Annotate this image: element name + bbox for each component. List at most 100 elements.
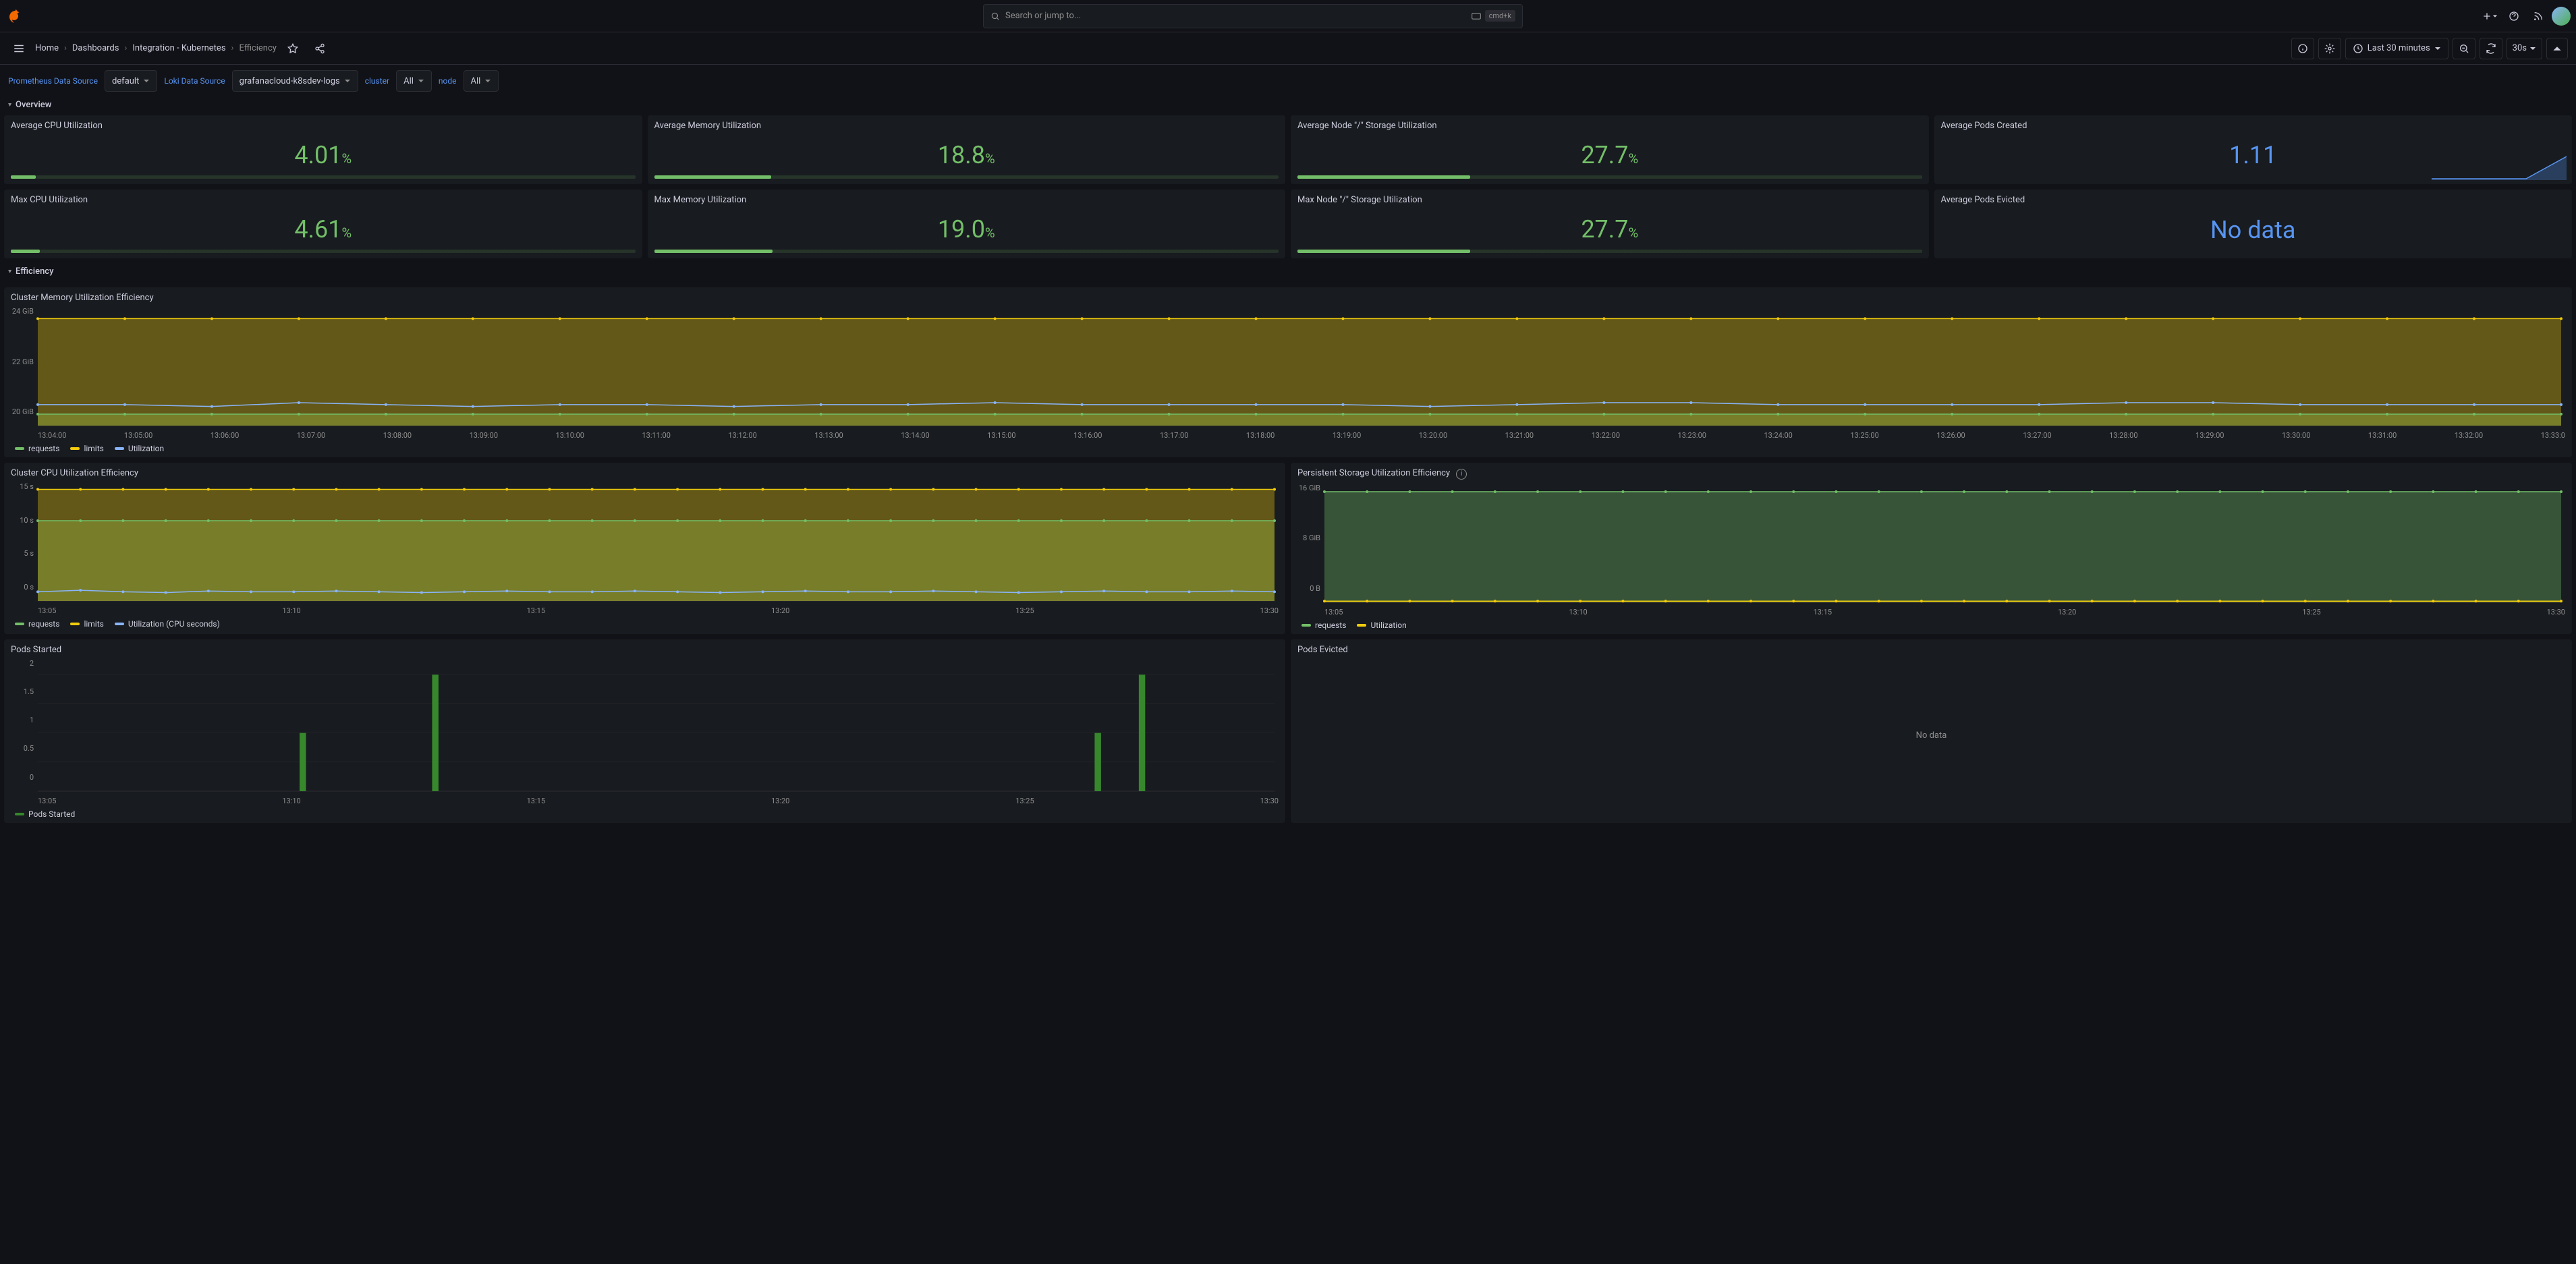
panel-avg-pods-created[interactable]: Average Pods Created 1.11 [1934,115,2573,184]
add-menu[interactable] [2479,5,2500,27]
star-button[interactable] [282,38,304,59]
rss-icon [2533,11,2544,22]
panel-title: Average CPU Utilization [11,121,636,131]
x-axis-ticks: 13:04:0013:05:0013:06:0013:07:0013:08:00… [11,428,2565,441]
insights-button[interactable] [2291,38,2314,59]
share-button[interactable] [309,38,331,59]
star-icon [287,43,298,54]
chevron-down-icon [418,78,424,84]
search-icon [990,11,1000,21]
refresh-interval-label: 30s [2513,43,2527,53]
panel-title: Pods Started [11,645,1279,655]
chart-svg [11,482,1279,604]
var-label-cluster: cluster [365,76,389,86]
panel-title: Persistent Storage Utilization Efficienc… [1297,468,2565,480]
section-overview-title: Overview [16,100,51,110]
breadcrumb-folder[interactable]: Integration - Kubernetes [132,43,225,53]
panel-pods-evicted[interactable]: Pods Evicted No data [1291,639,2572,823]
chevron-down-icon [143,78,150,84]
panel-mem-eff[interactable]: Cluster Memory Utilization Efficiency 24… [4,287,2572,457]
panel-avg-pods-evicted[interactable]: Average Pods Evicted No data [1934,190,2573,258]
y-axis-ticks: 15 s10 s5 s0 s [11,482,36,592]
panel-title: Max CPU Utilization [11,195,636,205]
search-input[interactable]: Search or jump to... cmd+k [983,4,1523,28]
refresh-interval[interactable]: 30s [2507,38,2542,59]
var-label-prometheus: Prometheus Data Source [8,76,98,86]
top-nav: Search or jump to... cmd+k [0,0,2576,32]
sparkline [2432,153,2567,180]
y-axis-ticks: 16 GiB8 GiB0 B [1297,484,1323,593]
chart-svg [11,307,2565,428]
refresh-button[interactable] [2480,38,2502,59]
breadcrumb-dashboards[interactable]: Dashboards [72,43,119,53]
panel-pods-started[interactable]: Pods Started 21.510.50 13:0513:1013:1513… [4,639,1285,823]
chevron-down-icon: ▸ [6,270,13,273]
zoom-out-icon [2459,43,2469,54]
gear-icon [2324,43,2335,54]
var-label-node: node [439,76,457,86]
var-select-loki[interactable]: grafanacloud-k8sdev-logs [232,70,358,92]
search-placeholder: Search or jump to... [1005,11,1081,21]
plus-icon [2482,11,2492,22]
chevron-down-icon [2529,45,2536,52]
help-button[interactable] [2503,5,2525,27]
section-efficiency-header[interactable]: ▸ Efficiency [0,264,2576,282]
no-data-text: No data [1941,209,2566,251]
section-overview-header[interactable]: ▸ Overview [0,97,2576,115]
y-axis-ticks: 21.510.50 [11,659,36,782]
chevron-down-icon [2434,45,2441,52]
settings-button[interactable] [2318,38,2341,59]
panel-max-cpu[interactable]: Max CPU Utilization 4.61% [4,190,642,258]
search-kbd: cmd+k [1485,10,1515,22]
breadcrumb-current: Efficiency [239,43,276,53]
var-select-prometheus[interactable]: default [105,70,157,92]
var-label-loki: Loki Data Source [164,76,225,86]
chart-legend: requests limits Utilization (CPU seconds… [11,616,1279,629]
x-axis-ticks: 13:0513:1013:1513:2013:2513:30 [11,794,1279,807]
chart-legend: Pods Started [11,807,1279,819]
panel-title: Average Memory Utilization [654,121,1279,131]
chevron-down-icon [2492,13,2498,19]
panel-avg-storage[interactable]: Average Node "/" Storage Utilization 27.… [1291,115,1929,184]
chart-legend: requests limits Utilization [11,441,2565,453]
var-select-cluster[interactable]: All [396,70,432,92]
collapse-button[interactable] [2546,38,2568,59]
panel-avg-mem[interactable]: Average Memory Utilization 18.8% [648,115,1286,184]
section-efficiency-title: Efficiency [16,266,53,277]
time-range-picker[interactable]: Last 30 minutes [2345,38,2448,59]
panel-max-mem[interactable]: Max Memory Utilization 19.0% [648,190,1286,258]
refresh-icon [2486,43,2496,54]
time-range-label: Last 30 minutes [2368,43,2430,53]
keyboard-icon [1472,13,1481,20]
chart-svg [1297,484,2565,605]
breadcrumb-home[interactable]: Home [35,43,59,53]
menu-icon [13,42,25,55]
chevron-down-icon [484,78,491,84]
panel-title: Max Node "/" Storage Utilization [1297,195,1922,205]
zoom-out-button[interactable] [2453,38,2475,59]
panel-title: Average Pods Evicted [1941,195,2566,205]
x-axis-ticks: 13:0513:1013:1513:2013:2513:30 [11,604,1279,616]
grafana-logo[interactable] [5,5,27,27]
news-button[interactable] [2527,5,2549,27]
panel-avg-cpu[interactable]: Average CPU Utilization 4.01% [4,115,642,184]
user-avatar[interactable] [2552,7,2571,26]
panel-storage-eff[interactable]: Persistent Storage Utilization Efficienc… [1291,463,2572,634]
chart-svg [11,659,1279,794]
info-icon[interactable]: i [1456,469,1467,480]
menu-toggle[interactable] [8,38,30,59]
panel-cpu-eff[interactable]: Cluster CPU Utilization Efficiency 15 s1… [4,463,1285,634]
var-select-node[interactable]: All [464,70,499,92]
help-icon [2509,11,2519,22]
panel-title: Average Pods Created [1941,121,2566,131]
panel-max-storage[interactable]: Max Node "/" Storage Utilization 27.7% [1291,190,1929,258]
clock-icon [2353,43,2363,54]
panel-title: Max Memory Utilization [654,195,1279,205]
variables-bar: Prometheus Data Source default Loki Data… [0,65,2576,97]
chart-legend: requests Utilization [1297,618,2565,630]
overview-grid: Average CPU Utilization 4.01% Average Me… [0,115,2576,258]
panel-title: Cluster Memory Utilization Efficiency [11,293,2565,303]
panel-title: Cluster CPU Utilization Efficiency [11,468,1279,478]
breadcrumb: Home › Dashboards › Integration - Kubern… [35,43,277,53]
sub-nav: Home › Dashboards › Integration - Kubern… [0,32,2576,65]
